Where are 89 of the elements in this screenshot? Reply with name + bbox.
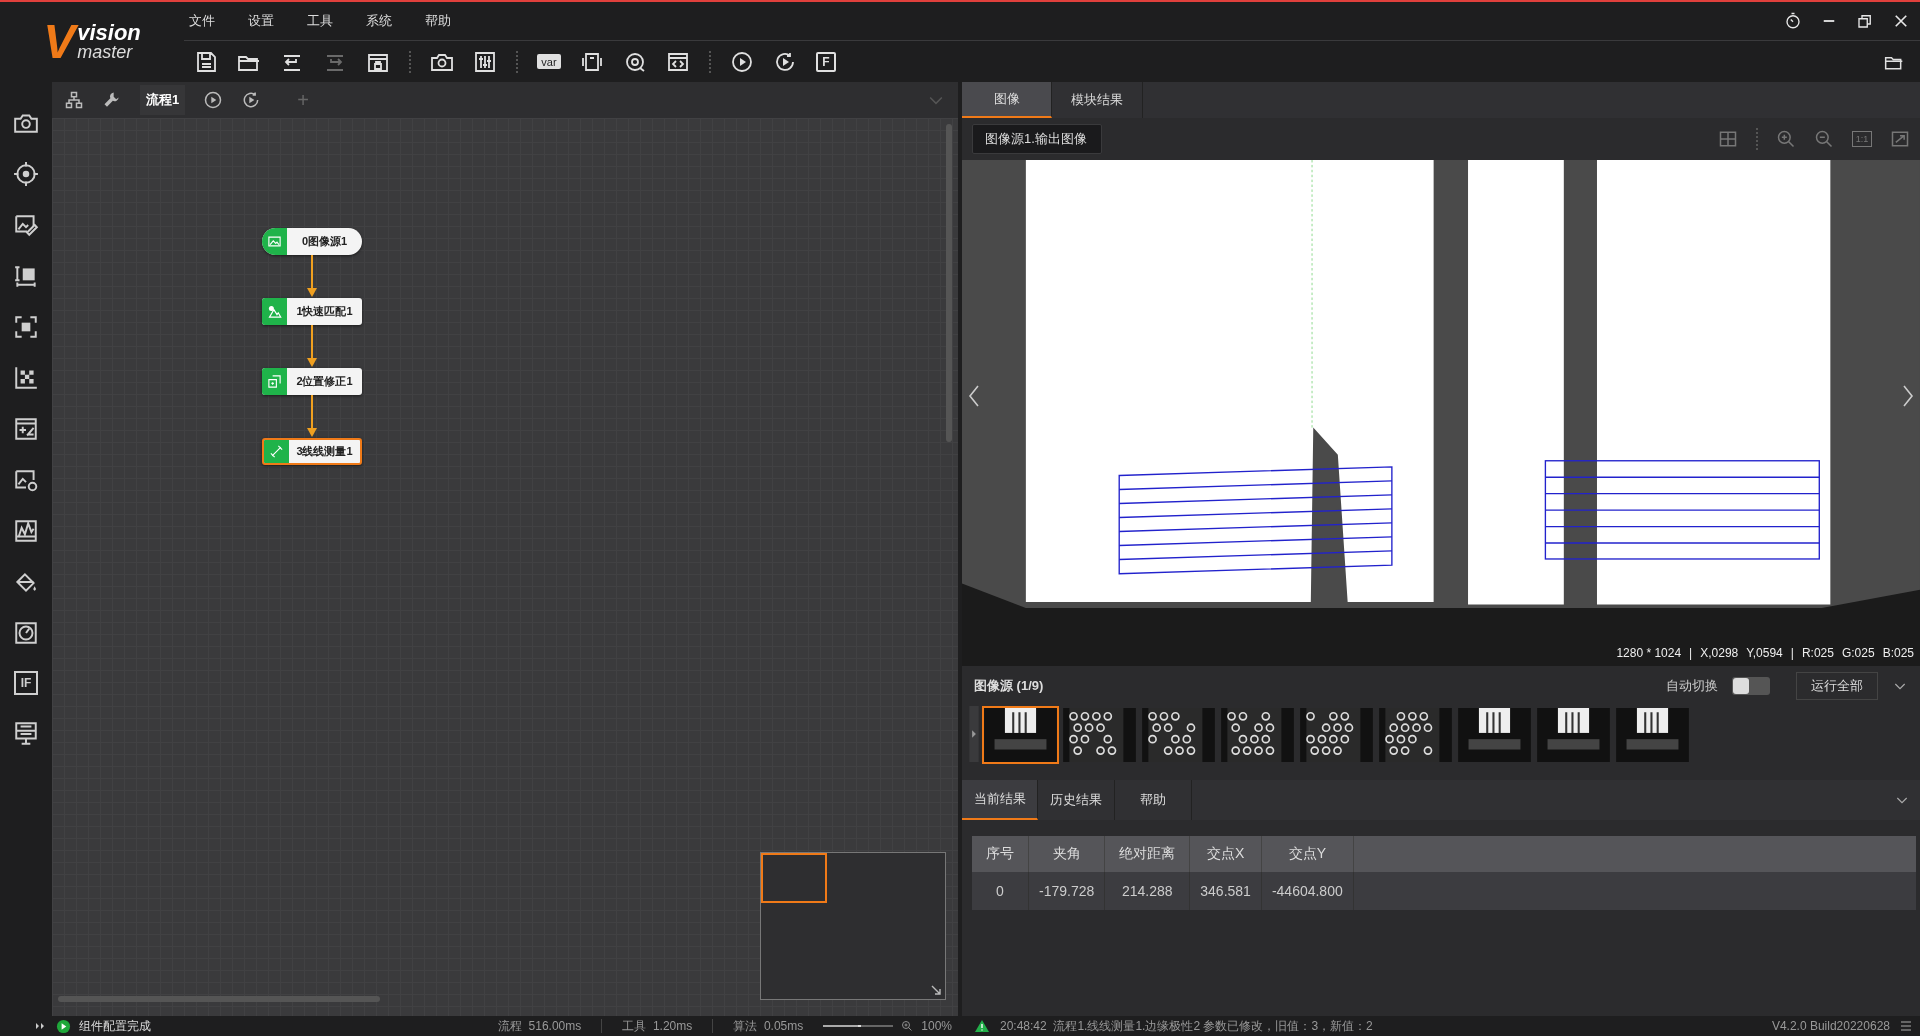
ruler-icon [269,444,284,459]
calculator-icon[interactable] [13,416,39,442]
flow-tab[interactable]: 流程1 [140,85,186,115]
close-icon[interactable] [1892,12,1910,30]
table-cell: -44604.800 [1261,872,1354,910]
version-text: V4.2.0 Build20220628 [1771,1019,1890,1033]
focus-icon[interactable] [13,314,39,340]
menu-item[interactable]: 文件 [184,12,228,30]
restore-icon[interactable] [1856,12,1874,30]
column-header: 序号 [972,836,1029,872]
minimap[interactable] [760,852,946,1000]
warning-icon [974,1019,990,1033]
flow-node[interactable]: 3线线测量1 [262,438,362,465]
sliders-icon[interactable] [473,49,497,74]
run-all-dropdown[interactable]: 运行全部 [1796,672,1878,700]
menu-item[interactable]: 设置 [243,12,287,30]
menu-item[interactable]: 系统 [361,12,405,30]
algorithm-time: 算法 0.05ms [733,1017,804,1035]
play-icon[interactable] [203,90,224,110]
column-header: 夹角 [1028,836,1105,872]
zoom-percent: 100% [921,1019,952,1033]
image-thumbnail[interactable] [1614,706,1691,764]
pixel-info: | [1689,646,1693,660]
panel-title: 图像源 (1/9) [974,677,1044,695]
flow-node[interactable]: 0图像源1 [262,228,362,255]
calibration-icon[interactable] [13,365,39,391]
chart-icon[interactable] [13,518,39,544]
pixel-info: G:025 [1841,646,1875,660]
flowchart-icon[interactable] [64,90,84,110]
menu-item[interactable]: 帮助 [420,12,464,30]
toggle-switch[interactable] [1732,677,1770,695]
image-edit-icon[interactable] [13,212,39,238]
minimap-viewport[interactable] [761,853,827,903]
flow-node[interactable]: 2位置修正1 [262,368,362,395]
result-tab[interactable]: 历史结果 [1038,780,1115,820]
connector-arrow [306,325,318,368]
result-tab[interactable]: 帮助 [1115,780,1192,820]
letter-icon[interactable]: F [816,51,836,72]
letter-icon[interactable]: IF [14,671,38,695]
column-header: 交点Y [1261,836,1354,872]
column-header: 交点X [1189,836,1262,872]
flow-time: 流程 516.00ms [497,1017,582,1035]
play-status-icon [56,1018,71,1034]
connector-arrow [306,255,318,298]
image-source-dropdown[interactable]: 图像源1.输出图像 [972,124,1102,154]
tool-time: 工具 1.20ms [622,1017,693,1035]
pixel-info: R:025 [1801,646,1834,660]
fit-icon[interactable] [1890,129,1910,149]
table-cell: 0 [972,872,1029,910]
image-thumbnail[interactable] [1456,706,1533,764]
variable-icon[interactable]: var [537,54,561,69]
image-thumbnail[interactable] [982,706,1059,764]
adjust-icon[interactable] [13,720,39,746]
flow-node[interactable]: 1快速匹配1 [262,298,362,325]
result-tab[interactable]: 当前结果 [962,780,1038,820]
image-gear-icon[interactable] [13,467,39,493]
grid-icon[interactable] [1718,129,1738,149]
table-cell: -179.728 [1028,872,1105,910]
menu-icon[interactable] [1900,1020,1912,1032]
image-icon [267,234,282,249]
pixel-info: B:025 [1882,646,1914,660]
connector-arrow [306,395,318,438]
pixel-info: Y,0594 [1746,646,1783,660]
menu-item[interactable]: 工具 [302,12,346,30]
log-message: 20:48:42 流程1.线线测量1.边缘极性2 参数已修改，旧值：3，新值：2 [1000,1017,1373,1035]
shapes-icon [267,304,282,319]
image-thumbnail[interactable] [1535,706,1612,764]
table-cell: 214.288 [1104,872,1190,910]
panel-tab[interactable]: 图像 [962,82,1052,118]
zoom-icon[interactable] [901,1020,914,1032]
pixel-info: 1280 * 1024 [1616,646,1682,660]
resize-icon[interactable] [931,985,941,995]
toggle-label: 自动切换 [1666,677,1718,695]
status-message: 组件配置完成 [79,1017,151,1035]
zoom-out-icon[interactable] [1814,129,1834,149]
measure-block-icon[interactable] [13,263,39,289]
gauge-icon[interactable] [13,620,39,646]
crosshair-icon[interactable] [13,161,39,187]
pixel-info: | [1790,646,1794,660]
timer-icon[interactable] [1784,12,1802,30]
pixel-info: X,0298 [1700,646,1739,660]
scrollbar[interactable] [58,996,380,1002]
play-icon[interactable] [730,49,754,74]
column-header: 绝对距离 [1104,836,1190,872]
table-cell: 346.581 [1189,872,1262,910]
copy-icon [267,374,282,389]
scrollbar[interactable] [946,124,952,442]
zoom-in-icon[interactable] [1776,129,1796,149]
save-icon[interactable] [194,49,218,74]
